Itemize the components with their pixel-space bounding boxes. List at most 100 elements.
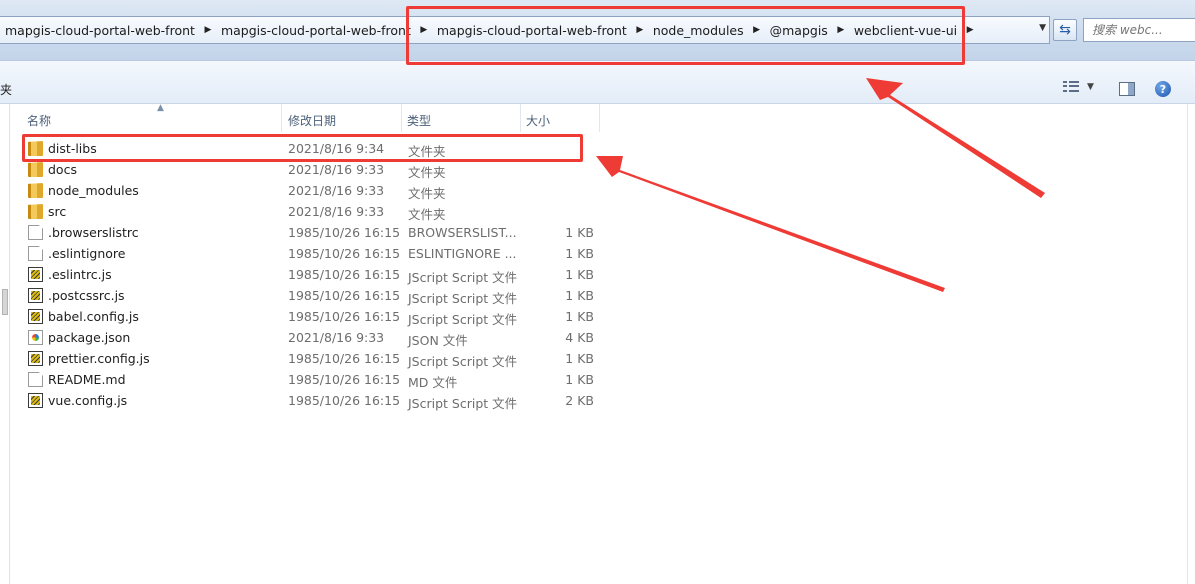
change-view-button[interactable]: ▼	[1063, 81, 1094, 93]
file-date: 2021/8/16 9:33	[288, 204, 385, 219]
nav-scrollbar-thumb[interactable]	[2, 289, 8, 315]
file-name: vue.config.js	[48, 393, 128, 408]
file-size: 1 KB	[565, 372, 594, 387]
file-type: JScript Script 文件	[408, 312, 518, 327]
toolbar-label[interactable]: 夹	[0, 81, 12, 98]
script-icon	[28, 288, 43, 303]
chevron-right-icon[interactable]: ▶	[200, 25, 216, 35]
breadcrumb-item[interactable]: mapgis-cloud-portal-web-front	[4, 23, 200, 38]
script-icon	[28, 393, 43, 408]
script-icon	[28, 351, 43, 366]
file-date: 1985/10/26 16:15	[288, 351, 401, 366]
breadcrumb-item[interactable]: mapgis-cloud-portal-web-front	[220, 23, 416, 38]
folder-icon	[28, 162, 43, 177]
refresh-icon: ⇆	[1059, 22, 1071, 38]
file-date: 1985/10/26 16:15	[288, 393, 401, 408]
column-type-label: 类型	[407, 114, 432, 128]
highlight-box-dist-libs	[22, 134, 583, 162]
file-size: 4 KB	[565, 330, 594, 345]
view-list-icon	[1063, 81, 1079, 93]
address-dropdown-icon[interactable]: ▼	[1039, 23, 1046, 33]
column-name-label: 名称	[27, 114, 52, 128]
highlight-box-path	[406, 6, 965, 65]
column-size[interactable]: 大小	[521, 104, 600, 132]
file-name: .eslintrc.js	[48, 267, 112, 282]
file-date: 1985/10/26 16:15	[288, 246, 401, 261]
search-input[interactable]	[1084, 19, 1195, 41]
file-list[interactable]: 名称 ▲ 修改日期 类型 大小 dist-libs 2021/8/16 9:34 文…	[11, 103, 1187, 584]
file-type: JScript Script 文件	[408, 354, 518, 369]
list-item[interactable]: README.md 1985/10/26 16:15 MD 文件 1 KB	[25, 369, 595, 390]
list-item[interactable]: .eslintrc.js 1985/10/26 16:15 JScript Scri…	[25, 264, 595, 285]
column-type[interactable]: 类型	[402, 104, 521, 132]
file-size: 1 KB	[565, 267, 594, 282]
file-name: .browserslistrc	[48, 225, 139, 240]
file-type: 文件夹	[408, 186, 446, 201]
file-name: babel.config.js	[48, 309, 139, 324]
file-type: 文件夹	[408, 207, 446, 222]
file-size: 2 KB	[565, 393, 594, 408]
list-item[interactable]: package.json 2021/8/16 9:33 JSON 文件 4 KB	[25, 327, 595, 348]
chevron-down-icon: ▼	[1087, 82, 1094, 92]
file-size: 1 KB	[565, 288, 594, 303]
file-size: 1 KB	[565, 309, 594, 324]
file-type: JSON 文件	[408, 333, 468, 348]
file-date: 1985/10/26 16:15	[288, 225, 401, 240]
column-date[interactable]: 修改日期	[283, 104, 402, 132]
column-name[interactable]: 名称 ▲	[22, 103, 282, 132]
column-header: 名称 ▲ 修改日期 类型 大小	[11, 103, 1187, 132]
column-size-label: 大小	[526, 114, 551, 128]
list-item[interactable]: node_modules 2021/8/16 9:33 文件夹	[25, 180, 595, 201]
json-icon	[28, 330, 43, 345]
file-name: README.md	[48, 372, 126, 387]
file-size: 1 KB	[565, 225, 594, 240]
file-date: 1985/10/26 16:15	[288, 309, 401, 324]
list-item[interactable]: .browserslistrc 1985/10/26 16:15 BROWSERSL…	[25, 222, 595, 243]
file-name: .eslintignore	[48, 246, 126, 261]
document-icon	[28, 246, 43, 261]
file-date: 1985/10/26 16:15	[288, 267, 401, 282]
file-date: 1985/10/26 16:15	[288, 372, 401, 387]
folder-icon	[28, 183, 43, 198]
list-item[interactable]: docs 2021/8/16 9:33 文件夹	[25, 159, 595, 180]
navigation-pane[interactable]	[0, 104, 10, 584]
file-name: node_modules	[48, 183, 139, 198]
list-item[interactable]: babel.config.js 1985/10/26 16:15 JScript S…	[25, 306, 595, 327]
document-icon	[28, 225, 43, 240]
file-name: src	[48, 204, 67, 219]
preview-pane-button[interactable]	[1119, 82, 1135, 96]
list-item[interactable]: prettier.config.js 1985/10/26 16:15 JScrip…	[25, 348, 595, 369]
file-date: 2021/8/16 9:33	[288, 330, 385, 345]
file-type: 文件夹	[408, 165, 446, 180]
file-type: MD 文件	[408, 375, 458, 390]
file-size: 1 KB	[565, 246, 594, 261]
file-date: 1985/10/26 16:15	[288, 288, 401, 303]
list-item[interactable]: vue.config.js 1985/10/26 16:15 JScript Scr…	[25, 390, 595, 411]
file-size: 1 KB	[565, 351, 594, 366]
vertical-scrollbar[interactable]	[1187, 104, 1195, 584]
file-type: ESLINTIGNORE ...	[408, 246, 517, 261]
file-date: 2021/8/16 9:33	[288, 162, 385, 177]
file-date: 2021/8/16 9:33	[288, 183, 385, 198]
script-icon	[28, 309, 43, 324]
list-item[interactable]: src 2021/8/16 9:33 文件夹	[25, 201, 595, 222]
search-box[interactable]	[1083, 18, 1195, 42]
column-date-label: 修改日期	[288, 114, 337, 128]
list-item[interactable]: .eslintignore 1985/10/26 16:15 ESLINTIGNOR…	[25, 243, 595, 264]
list-item[interactable]: .postcssrc.js 1985/10/26 16:15 JScript Scr…	[25, 285, 595, 306]
file-name: docs	[48, 162, 77, 177]
file-type: JScript Script 文件	[408, 396, 518, 411]
file-type: JScript Script 文件	[408, 291, 518, 306]
help-icon[interactable]: ?	[1155, 81, 1171, 97]
file-name: prettier.config.js	[48, 351, 150, 366]
folder-icon	[28, 204, 43, 219]
file-type: BROWSERSLIST...	[408, 225, 517, 240]
refresh-button[interactable]: ⇆	[1053, 19, 1077, 41]
file-name: .postcssrc.js	[48, 288, 125, 303]
command-bar: 夹 ▼ ?	[0, 60, 1195, 104]
file-name: package.json	[48, 330, 131, 345]
file-type: JScript Script 文件	[408, 270, 518, 285]
sort-up-icon: ▲	[157, 103, 164, 113]
script-icon	[28, 267, 43, 282]
document-icon	[28, 372, 43, 387]
